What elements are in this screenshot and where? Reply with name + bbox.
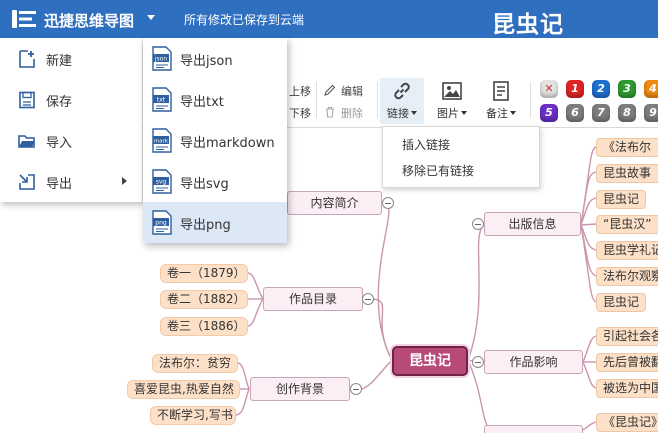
export-markdown-item[interactable]: mark 导出markdown [143,120,287,161]
app-menu-button[interactable]: 迅捷思维导图 [0,0,168,38]
app-header: 迅捷思维导图 所有修改已保存到云端 昆虫记 [0,0,658,38]
mindmap-logo-icon [12,10,36,28]
remove-link-item[interactable]: 移除已有链接 [383,158,539,184]
caret-down-icon [510,111,516,115]
leaf-node-background[interactable]: 法布尔：贫穷 [152,354,238,373]
leaf-node-bottom[interactable]: 《昆虫记》 [596,413,658,432]
leaf-node-background[interactable]: 喜爱昆虫,热爱自然 [127,380,240,399]
new-file-icon [19,50,35,68]
menu-item-import[interactable]: 导入 [0,120,142,161]
leaf-node-impact[interactable]: 引起社会各 [596,327,658,346]
svg-text:svg: svg [156,179,167,186]
delete-button[interactable]: 删除 [324,104,372,122]
svg-text:mark: mark [154,139,169,145]
collapse-toggle-icon[interactable] [382,197,394,209]
svg-text:json: json [154,56,167,63]
topic-node-background[interactable]: 创作背景 [250,377,350,401]
priority-3-button[interactable]: 3 [618,80,636,98]
leaf-node-background[interactable]: 不断学习,写书 [150,406,236,425]
collapse-toggle-icon[interactable] [472,218,484,230]
move-up-button[interactable]: 上移 [289,83,311,99]
markdown-file-icon: mark [152,128,172,153]
image-button[interactable]: 图片 [430,78,474,124]
leaf-node-works[interactable]: 卷三（1886） [160,317,248,336]
toolbar-divider [530,82,531,118]
link-dropdown-menu: 插入链接 移除已有链接 [382,126,540,188]
txt-file-icon: txt [152,87,172,112]
leaf-node-publish[interactable]: 昆虫记 [596,293,646,312]
save-status-text: 所有修改已保存到云端 [184,13,305,27]
svg-text:png: png [155,220,167,227]
link-icon [394,82,410,100]
document-title: 昆虫记 [492,12,564,38]
collapse-toggle-icon[interactable] [362,293,374,305]
svg-text:txt: txt [157,97,166,104]
leaf-node-publish[interactable]: “昆虫汉” [596,215,658,234]
menu-item-export[interactable]: 导出 [0,161,142,202]
toolbar-divider [316,82,317,118]
topic-node-publish[interactable]: 出版信息 [484,212,581,236]
chevron-down-icon [147,15,155,20]
collapse-toggle-icon[interactable] [472,356,484,368]
leaf-node-works[interactable]: 卷二（1882） [160,290,248,309]
export-txt-item[interactable]: txt 导出txt [143,79,287,120]
link-label: 链接 [387,107,409,120]
leaf-node-impact[interactable]: 先后曾被翻 [596,353,658,372]
move-down-button[interactable]: 下移 [289,105,311,121]
image-label: 图片 [437,107,459,120]
leaf-node-works[interactable]: 卷一（1879） [160,264,248,283]
pencil-icon [324,84,336,96]
collapse-toggle-icon[interactable] [350,383,362,395]
export-icon [19,174,35,190]
png-file-icon: png [152,210,172,235]
note-button[interactable]: 备注 [479,78,523,124]
menu-item-new[interactable]: 新建 [0,38,142,79]
topic-node-partial[interactable] [484,425,583,433]
priority-2-button[interactable]: 2 [592,80,610,98]
leaf-node-publish[interactable]: 昆虫学礼记 [596,241,658,260]
link-button[interactable]: 链接 [380,78,424,124]
export-svg-item[interactable]: svg 导出svg [143,161,287,202]
edit-button[interactable]: 编辑 [324,82,372,100]
leaf-node-publish[interactable]: 法布尔观察 [596,267,658,286]
priority-8-button[interactable]: 8 [618,104,636,122]
leaf-node-impact[interactable]: 被选为中国 [596,379,658,398]
chevron-right-icon [122,177,127,185]
caret-down-icon [411,111,417,115]
image-icon [442,82,462,100]
save-icon [19,91,35,109]
leaf-node-publish[interactable]: 《法布尔 [596,138,658,157]
toolbar-divider [377,82,378,118]
app-title: 迅捷思维导图 [44,12,135,30]
export-json-item[interactable]: json 导出json [143,38,287,79]
priority-5-button[interactable]: 5 [540,104,558,122]
export-submenu: json 导出json txt 导出txt mark 导出markdown sv… [143,38,287,243]
priority-clear-button[interactable]: ✕ [540,80,558,98]
caret-down-icon [461,111,467,115]
main-menu: 新建 保存 导入 导出 [0,38,142,202]
leaf-node-publish[interactable]: 昆虫故事 [596,164,658,183]
note-label: 备注 [486,107,508,120]
trash-icon [326,106,334,118]
topic-node-intro[interactable]: 内容简介 [287,191,382,215]
topic-node-impact[interactable]: 作品影响 [484,350,583,374]
json-file-icon: json [152,46,172,71]
svg-file-icon: svg [152,169,172,194]
leaf-node-publish[interactable]: 昆虫记 [596,190,646,209]
priority-7-button[interactable]: 7 [592,104,610,122]
folder-open-icon [18,135,35,148]
menu-item-save[interactable]: 保存 [0,79,142,120]
topic-node-works[interactable]: 作品目录 [263,287,363,311]
insert-link-item[interactable]: 插入链接 [383,132,539,158]
export-png-item[interactable]: png 导出png [143,202,287,243]
priority-1-button[interactable]: 1 [566,80,584,98]
root-node[interactable]: 昆虫记 [392,346,468,376]
priority-6-button[interactable]: 6 [566,104,584,122]
priority-9-button[interactable]: 9 [644,104,658,122]
note-icon [493,81,509,101]
priority-4-button[interactable]: 4 [644,80,658,98]
